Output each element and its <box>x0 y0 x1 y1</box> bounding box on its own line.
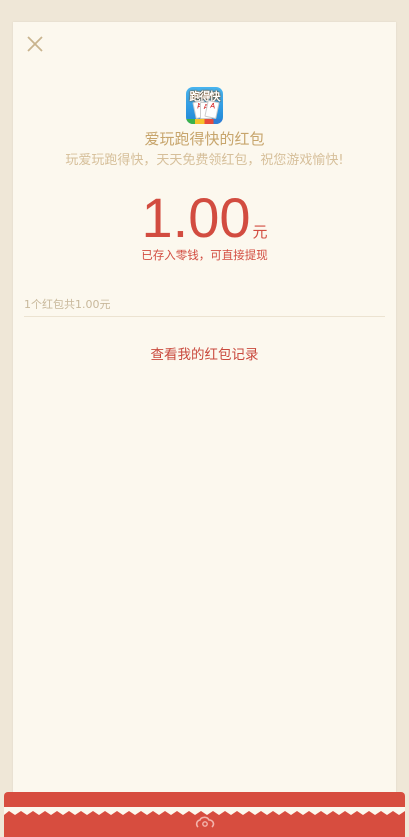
deposit-notice: 已存入零钱，可直接提现 <box>141 248 268 262</box>
bottom-bar <box>4 792 405 837</box>
packet-title: 爱玩跑得快的红包 <box>144 130 265 148</box>
view-records-link[interactable]: 查看我的红包记录 <box>13 343 396 363</box>
app-logo-icon: 跑得快 A A A <box>186 87 223 124</box>
divider <box>24 316 385 317</box>
packet-subtitle: 玩爱玩跑得快，天天免费领红包，祝您游戏愉快! <box>65 153 344 168</box>
packet-amount: 1.00 <box>141 186 251 249</box>
amount-row: 1.00 元 <box>13 186 396 250</box>
zigzag-edge <box>4 807 405 815</box>
red-packet-card: 跑得快 A A A 爱玩跑得快的红包 玩爱玩跑得快，天天免费领红包，祝您游戏愉快… <box>13 22 396 812</box>
red-packet-logo-icon <box>195 816 215 828</box>
close-icon[interactable] <box>25 34 45 54</box>
amount-unit: 元 <box>252 223 268 241</box>
packet-summary: 1个红包共1.00元 <box>24 298 111 311</box>
